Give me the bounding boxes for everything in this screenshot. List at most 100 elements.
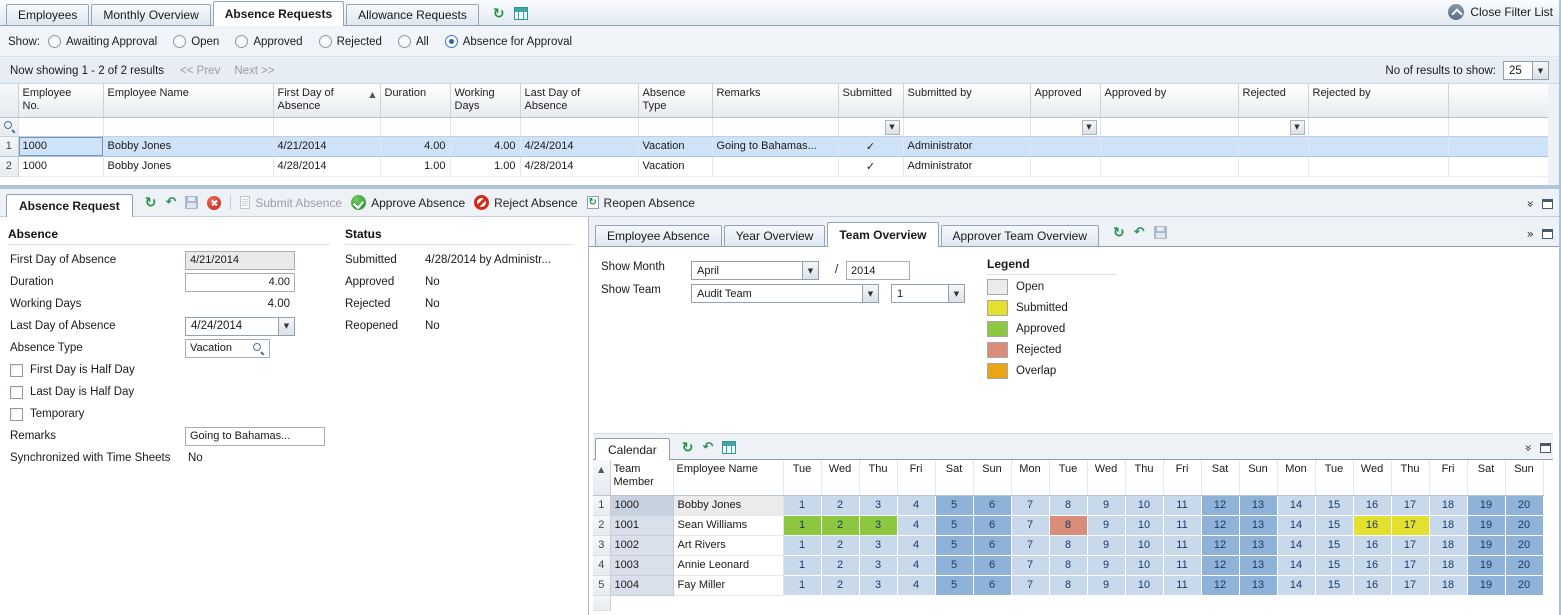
calendar-row[interactable]: 11000Bobby Jones123456789101112131415161… [593,495,1543,515]
temporary-checkbox[interactable]: Temporary [10,404,584,424]
calendar-day-cell[interactable]: 2 [821,555,859,575]
calendar-day-cell[interactable]: 9 [1087,555,1125,575]
calendar-day-cell[interactable]: 18 [1429,535,1467,555]
filter-cell-last-day-of-absence[interactable] [520,117,638,136]
show-team-select[interactable]: Audit Team ▼ [691,284,879,303]
absence-type-field[interactable]: Vacation [185,339,270,358]
column-header-working-days[interactable]: Working Days [450,84,520,117]
calendar-day-cell[interactable]: 17 [1391,575,1429,595]
radio-rejected[interactable]: Rejected [319,35,382,48]
calendar-day-cell[interactable]: 16 [1353,555,1391,575]
calendar-day-cell[interactable]: 16 [1353,495,1391,515]
calendar-day-cell[interactable]: 8 [1049,495,1087,515]
calendar-day-cell[interactable]: 12 [1201,515,1239,535]
calendar-day-cell[interactable]: 20 [1505,535,1543,555]
calendar-day-cell[interactable]: 5 [935,515,973,535]
column-header-approved-by[interactable]: Approved by [1100,84,1238,117]
calendar-day-cell[interactable]: 1 [783,575,821,595]
table-row[interactable]: 11000Bobby Jones4/21/20144.004.004/24/20… [0,136,1548,156]
filter-cell-approved-by[interactable] [1100,117,1238,136]
next-page-link[interactable]: Next >> [234,65,274,77]
day-header-9[interactable]: Wed [1087,460,1125,495]
day-header-13[interactable]: Sun [1239,460,1277,495]
calendar-day-cell[interactable]: 8 [1049,575,1087,595]
filter-cell-first-day-of-absence[interactable] [273,117,380,136]
calendar-day-cell[interactable]: 10 [1125,535,1163,555]
calendar-day-cell[interactable]: 10 [1125,575,1163,595]
overview-tab-approver-team-overview[interactable]: Approver Team Overview [941,225,1100,246]
filter-cell-absence-type[interactable] [638,117,712,136]
calendar-day-cell[interactable]: 15 [1315,575,1353,595]
maximize-pane-icon[interactable] [1540,443,1551,453]
calendar-day-cell[interactable]: 7 [1011,535,1049,555]
calendar-day-cell[interactable]: 7 [1011,575,1049,595]
column-header-absence-type[interactable]: Absence Type [638,84,712,117]
calendar-day-cell[interactable]: 12 [1201,575,1239,595]
day-header-14[interactable]: Mon [1277,460,1315,495]
calendar-day-cell[interactable]: 10 [1125,495,1163,515]
column-header-employee-name[interactable]: Employee Name [673,460,783,495]
calendar-row[interactable]: 51004Fay Miller1234567891011121314151617… [593,575,1543,595]
calendar-day-cell[interactable]: 12 [1201,535,1239,555]
overview-tab-employee-absence[interactable]: Employee Absence [595,225,722,246]
column-header-submitted-by[interactable]: Submitted by [903,84,1030,117]
calendar-day-cell[interactable]: 14 [1277,515,1315,535]
calendar-day-cell[interactable]: 15 [1315,495,1353,515]
team-number-select[interactable]: 1 ▼ [891,284,965,303]
tab-calendar[interactable]: Calendar [595,438,670,460]
calendar-day-cell[interactable]: 15 [1315,515,1353,535]
calendar-day-cell[interactable]: 20 [1505,575,1543,595]
filter-cell-remarks[interactable] [712,117,838,136]
maximize-pane-icon[interactable] [1542,229,1553,239]
calendar-day-cell[interactable]: 11 [1163,535,1201,555]
calendar-day-cell[interactable]: 13 [1239,535,1277,555]
calendar-day-cell[interactable]: 4 [897,575,935,595]
maximize-pane-icon[interactable] [1542,199,1553,209]
calendar-day-cell[interactable]: 6 [973,495,1011,515]
calendar-day-cell[interactable]: 18 [1429,555,1467,575]
first-day-field[interactable]: 4/21/2014 [185,251,295,270]
page-size-select[interactable]: 25 ▼ [1503,61,1549,80]
calendar-day-cell[interactable]: 6 [973,575,1011,595]
close-filter-list-button[interactable]: Close Filter List [1448,4,1553,20]
filter-dropdown-icon[interactable]: ▼ [1290,120,1305,135]
filter-cell-submitted-by[interactable] [903,117,1030,136]
calendar-day-cell[interactable]: 6 [973,555,1011,575]
filter-cell-rejected[interactable]: ▼ [1238,117,1308,136]
refresh-icon[interactable]: ↻ [493,8,505,20]
calendar-day-cell[interactable]: 4 [897,535,935,555]
day-header-17[interactable]: Thu [1391,460,1429,495]
calendar-day-cell[interactable]: 3 [859,515,897,535]
radio-all[interactable]: All [398,35,429,48]
column-header-rejected[interactable]: Rejected [1238,84,1308,117]
undo-icon[interactable]: ↶ [1134,227,1145,239]
filter-cell-working-days[interactable] [450,117,520,136]
overview-tab-year-overview[interactable]: Year Overview [724,225,826,246]
calendar-day-cell[interactable]: 19 [1467,515,1505,535]
filter-dropdown-icon[interactable]: ▼ [885,120,900,135]
radio-absence-for-approval[interactable]: Absence for Approval [445,35,572,48]
calendar-day-cell[interactable]: 5 [935,495,973,515]
collapse-pane-icon[interactable]: » [1525,200,1535,207]
delete-icon[interactable] [207,196,221,210]
save-icon[interactable] [1154,226,1167,239]
calendar-day-cell[interactable]: 8 [1049,515,1087,535]
calendar-day-cell[interactable]: 19 [1467,535,1505,555]
calendar-day-cell[interactable]: 14 [1277,495,1315,515]
tab-absence-request[interactable]: Absence Request [6,194,133,217]
calendar-day-cell[interactable]: 9 [1087,535,1125,555]
first-half-day-checkbox[interactable]: First Day is Half Day [10,360,584,380]
calendar-day-cell[interactable]: 12 [1201,555,1239,575]
calendar-day-cell[interactable]: 16 [1353,535,1391,555]
column-header-last-day-of-absence[interactable]: Last Day of Absence [520,84,638,117]
day-header-11[interactable]: Fri [1163,460,1201,495]
tab-allowance-requests[interactable]: Allowance Requests [346,4,479,25]
column-header-employee-no[interactable]: Employee No. [18,84,103,117]
day-header-2[interactable]: Wed [821,460,859,495]
calendar-day-cell[interactable]: 13 [1239,575,1277,595]
day-header-8[interactable]: Tue [1049,460,1087,495]
calendar-day-cell[interactable]: 5 [935,575,973,595]
calendar-day-cell[interactable]: 6 [973,515,1011,535]
calendar-day-cell[interactable]: 18 [1429,495,1467,515]
calendar-day-cell[interactable]: 17 [1391,515,1429,535]
